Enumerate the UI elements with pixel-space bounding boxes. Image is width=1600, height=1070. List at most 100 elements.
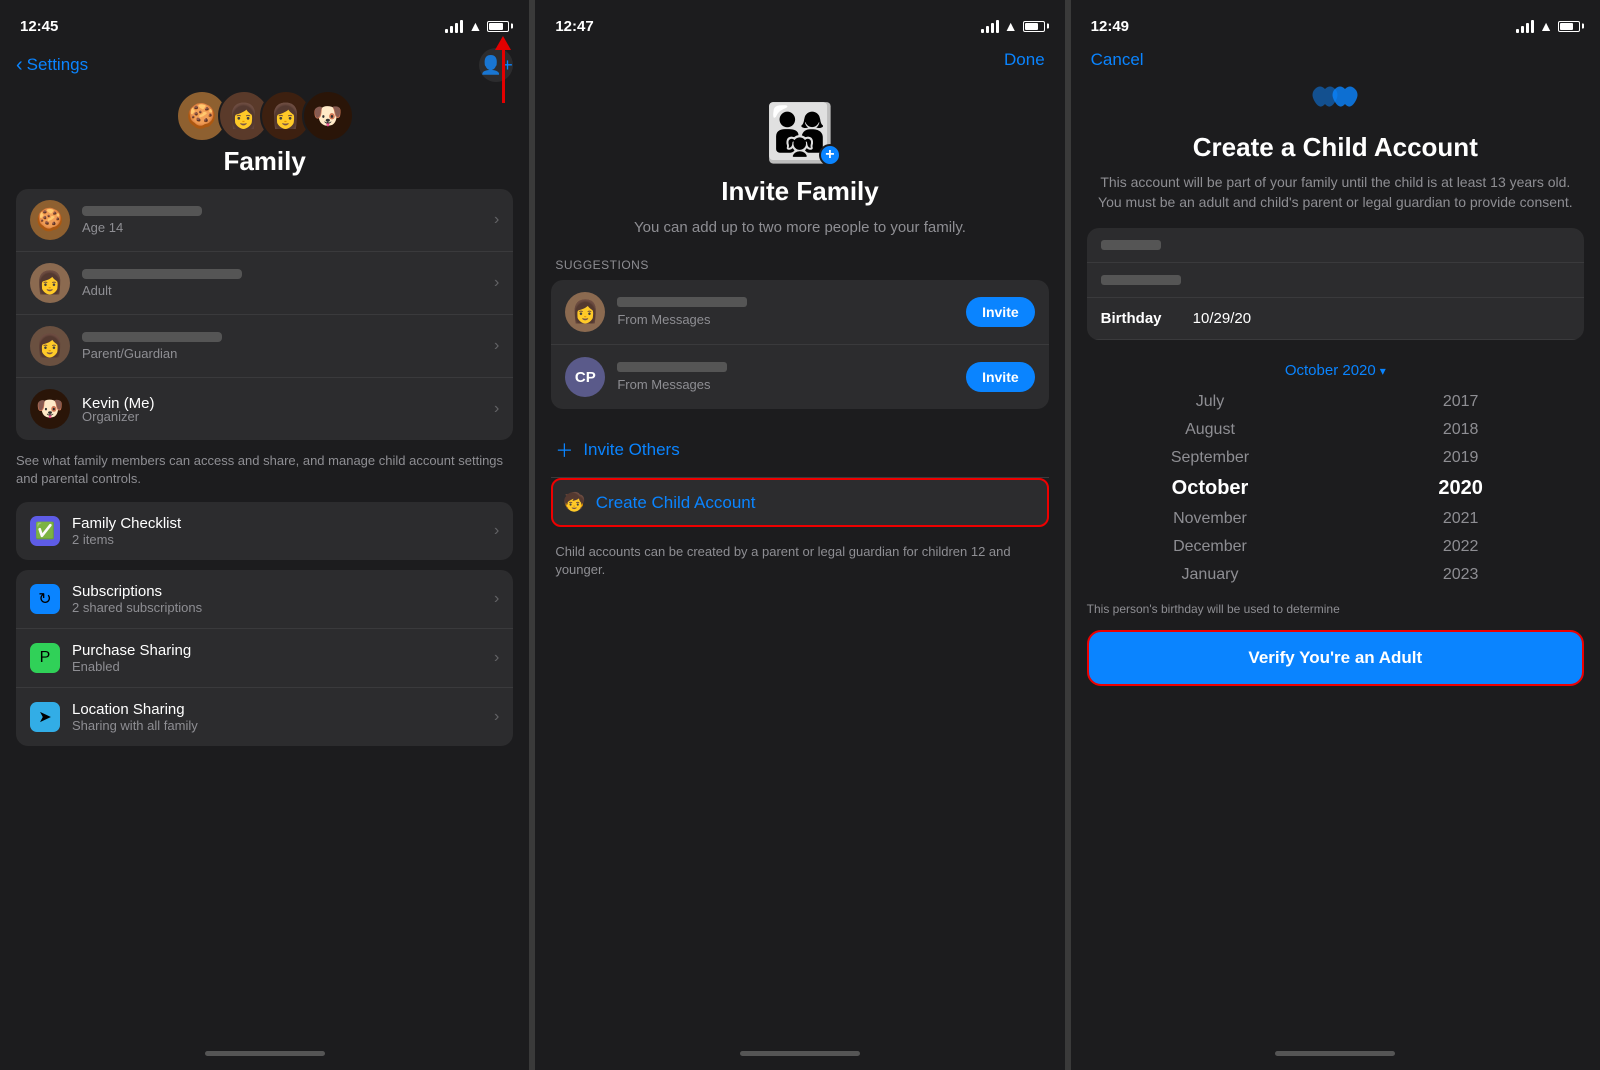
subscriptions-icon: ↻ [30,584,60,614]
time-2: 12:47 [555,18,593,35]
member-name-3 [82,332,222,342]
home-indicator-1 [0,1042,529,1070]
year-2022[interactable]: 2022 [1335,534,1586,560]
member-name-me: Kevin (Me) [82,395,202,405]
panel-invite-family: 12:47 ▲ Done 👨‍👩‍👧 + Invite Family You c… [535,0,1064,1070]
cancel-bar: Cancel [1071,44,1600,80]
child-account-note: Child accounts can be created by a paren… [535,533,1064,579]
family-title: Family [0,142,529,189]
birthday-row[interactable]: Birthday 10/29/20 [1087,298,1584,340]
member-role-2: Adult [82,283,482,298]
month-column[interactable]: July August September October November D… [1085,389,1336,588]
signal-icon-1 [445,20,463,33]
cancel-button[interactable]: Cancel [1091,50,1144,70]
member-info-2: Adult [82,269,482,298]
chevron-icon-3: › [494,337,499,355]
last-name-field[interactable] [1087,263,1584,298]
family-member-list: 🍪 Age 14 › 👩 Adult › 👩 Parent/Guardian › [16,189,513,440]
subscriptions-sublabel: 2 shared subscriptions [72,600,482,615]
year-2021[interactable]: 2021 [1335,506,1586,532]
create-child-title: Create a Child Account [1071,128,1600,173]
invite-button-1[interactable]: Invite [966,297,1035,327]
checklist-chevron: › [494,522,499,540]
year-2018[interactable]: 2018 [1335,417,1586,443]
month-july[interactable]: July [1085,389,1336,415]
suggestion-info-1: From Messages [617,297,954,327]
subscriptions-item[interactable]: ↻ Subscriptions 2 shared subscriptions › [16,570,513,629]
subscriptions-label: Subscriptions [72,583,482,600]
member-avatar-2: 👩 [30,263,70,303]
annotation-arrow [495,36,511,103]
first-name-field[interactable] [1087,228,1584,263]
signal-icon-2 [981,20,999,33]
action-list: ＋ Invite Others 🧒 Create Child Account [551,423,1048,533]
location-sharing-item[interactable]: ➤ Location Sharing Sharing with all fami… [16,688,513,746]
month-january[interactable]: January [1085,562,1336,588]
back-button-1[interactable]: ‹ Settings [16,54,88,77]
suggestion-name-1 [617,297,747,307]
wifi-icon-1: ▲ [468,18,482,34]
suggestion-avatar-1: 👩 [565,292,605,332]
back-arrow-icon-1: ‹ [16,54,23,77]
suggestions-label: SUGGESTIONS [535,258,1064,280]
create-child-item[interactable]: 🧒 Create Child Account [551,478,1048,527]
suggestion-item-2: CP From Messages Invite [551,345,1048,409]
suggestions-card: 👩 From Messages Invite CP From Messages … [551,280,1048,409]
month-september[interactable]: September [1085,445,1336,471]
year-2019[interactable]: 2019 [1335,445,1586,471]
year-column[interactable]: 2017 2018 2019 2020 2021 2022 2023 [1335,389,1586,588]
subscriptions-chevron: › [494,590,499,608]
suggestion-name-2 [617,362,727,372]
verify-adult-button[interactable]: Verify You're an Adult [1087,630,1584,686]
year-2023[interactable]: 2023 [1335,562,1586,588]
invite-icon-area: 👨‍👩‍👧 + [535,80,1064,176]
month-december[interactable]: December [1085,534,1336,560]
apple-logo-area [1071,80,1600,128]
invite-others-item[interactable]: ＋ Invite Others [551,423,1048,478]
month-year-picker[interactable]: July August September October November D… [1071,383,1600,598]
checklist-text: Family Checklist 2 items [72,515,482,547]
purchase-chevron: › [494,649,499,667]
child-form-card: Birthday 10/29/20 [1087,228,1584,340]
purchase-sharing-item[interactable]: P Purchase Sharing Enabled › [16,629,513,688]
member-name-1 [82,206,202,216]
suggestion-avatar-2: CP [565,357,605,397]
checklist-item[interactable]: ✅ Family Checklist 2 items › [16,502,513,560]
birthday-note: This person's birthday will be used to d… [1071,598,1600,630]
member-item-1[interactable]: 🍪 Age 14 › [16,189,513,252]
nav-bar-1: ‹ Settings 👤+ [0,44,529,90]
month-october[interactable]: October [1085,473,1336,504]
chevron-icon-1: › [494,211,499,229]
checklist-label: Family Checklist [72,515,482,532]
member-avatar-me: 🐶 [30,389,70,429]
member-avatar-3: 👩 [30,326,70,366]
member-role-1: Age 14 [82,220,482,235]
month-august[interactable]: August [1085,417,1336,443]
year-2017[interactable]: 2017 [1335,389,1586,415]
battery-icon-2 [1023,21,1045,32]
last-name-value [1101,275,1181,285]
member-item-3[interactable]: 👩 Parent/Guardian › [16,315,513,378]
member-item-me[interactable]: 🐶 Kevin (Me) Organizer › [16,378,513,440]
member-info-1: Age 14 [82,206,482,235]
year-2020[interactable]: 2020 [1335,473,1586,504]
chevron-down-icon: ▾ [1380,364,1386,378]
suggestion-info-2: From Messages [617,362,954,392]
create-child-label: Create Child Account [596,493,756,513]
family-avatar-stack: 🍪 👩 👩 🐶 [0,90,529,142]
family-checklist-card[interactable]: ✅ Family Checklist 2 items › [16,502,513,560]
month-picker-header[interactable]: October 2020 ▾ [1071,352,1600,383]
month-november[interactable]: November [1085,506,1336,532]
member-item-2[interactable]: 👩 Adult › [16,252,513,315]
location-chevron: › [494,708,499,726]
signal-icon-3 [1516,20,1534,33]
invite-others-label: Invite Others [583,440,679,460]
sharing-options-card: ↻ Subscriptions 2 shared subscriptions ›… [16,570,513,746]
done-button[interactable]: Done [1004,50,1045,70]
battery-icon-3 [1558,21,1580,32]
checklist-sublabel: 2 items [72,532,482,547]
member-info-3: Parent/Guardian [82,332,482,361]
location-icon: ➤ [30,702,60,732]
purchase-sublabel: Enabled [72,659,482,674]
invite-button-2[interactable]: Invite [966,362,1035,392]
